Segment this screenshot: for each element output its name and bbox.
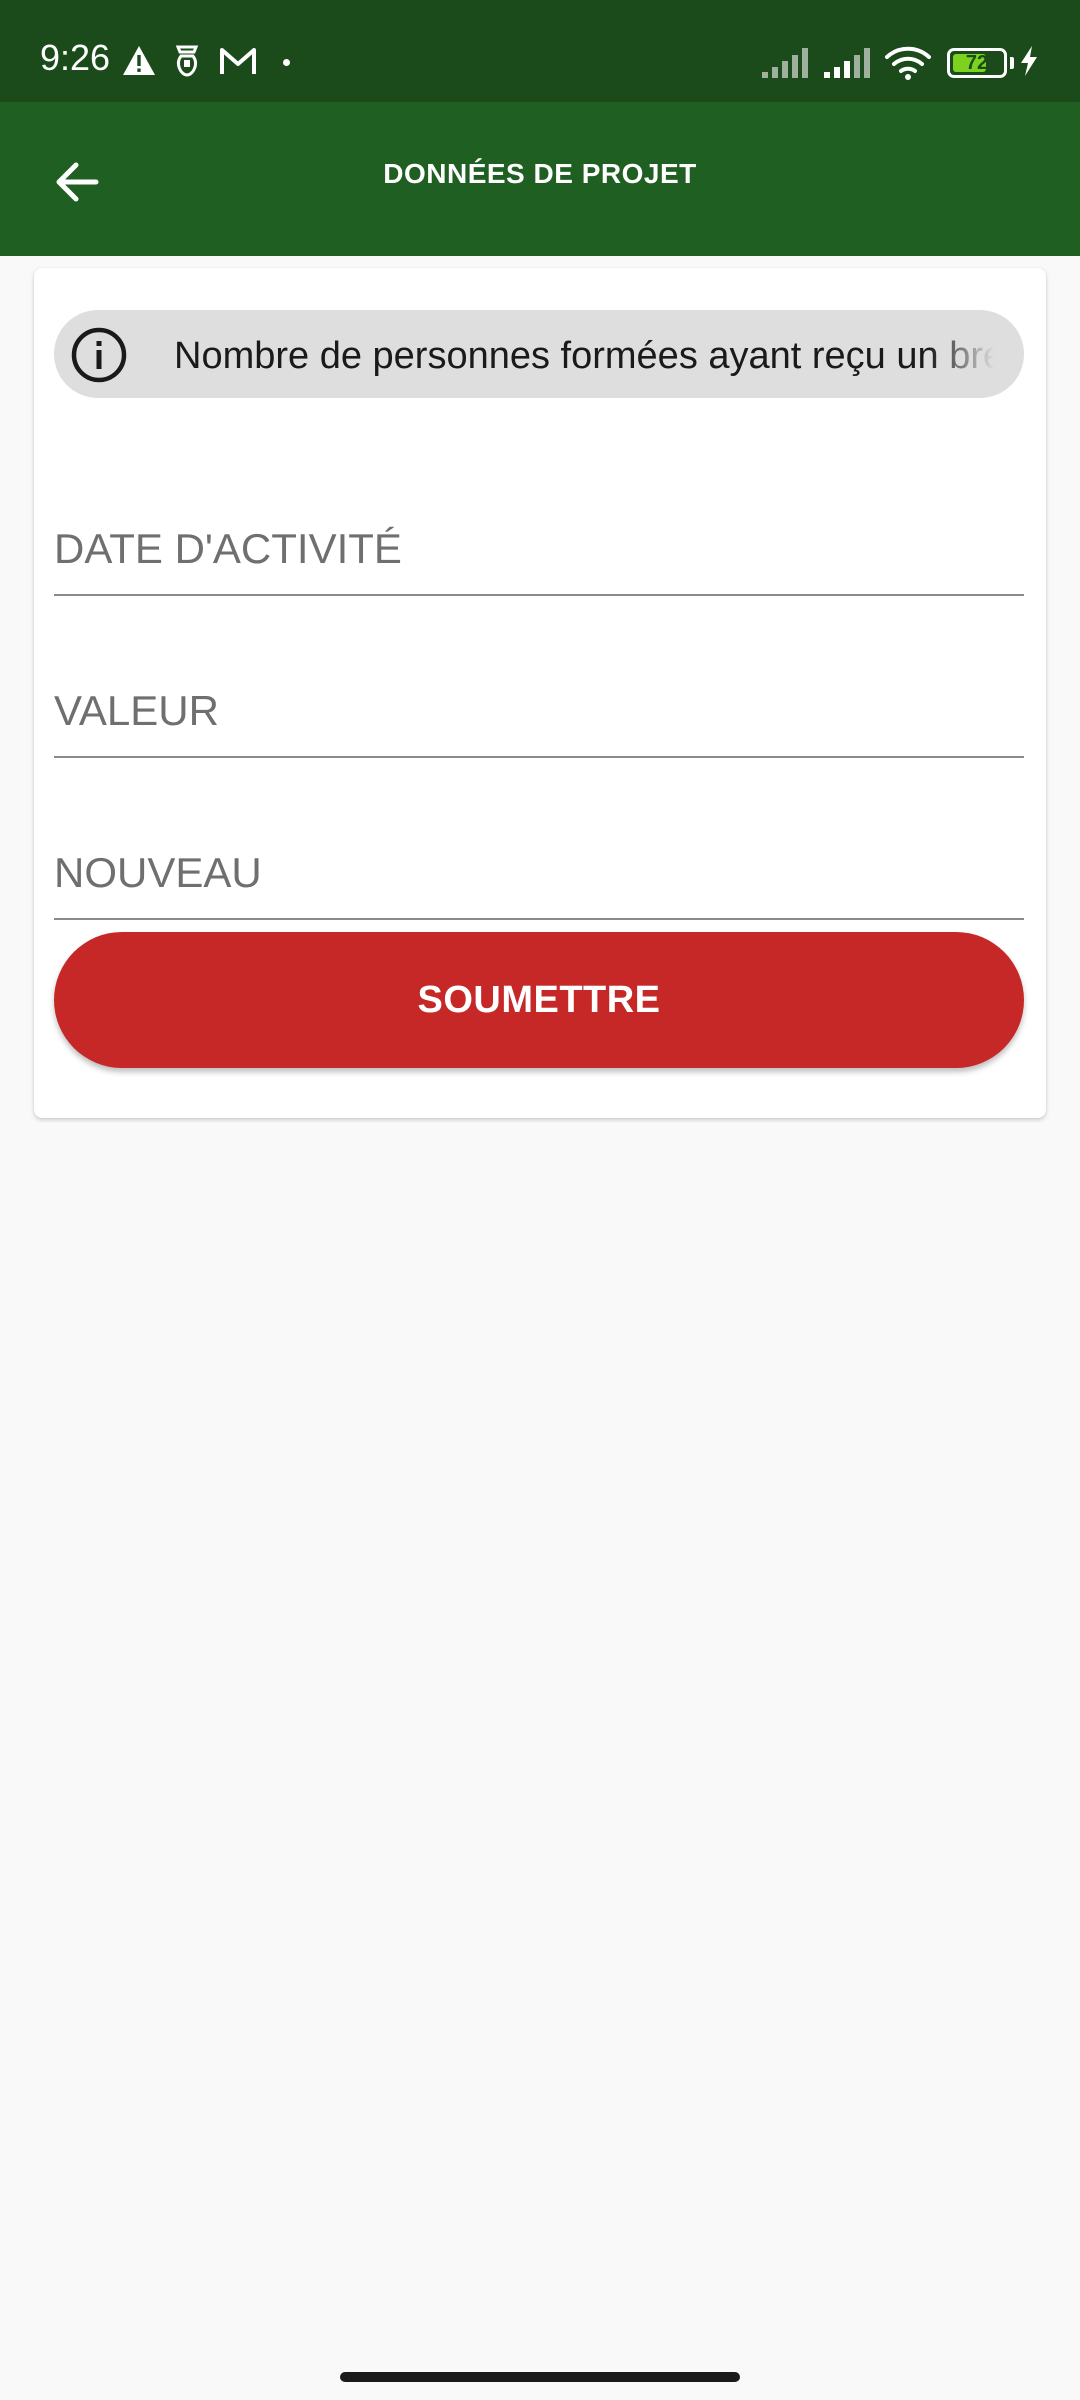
value-label: VALEUR xyxy=(54,687,219,734)
form-card: Nombre de personnes formées ayant reçu u… xyxy=(34,268,1046,1118)
charging-icon xyxy=(1021,46,1037,76)
app-bar: DONNÉES DE PROJET xyxy=(0,102,1080,256)
gmail-icon xyxy=(220,48,256,74)
status-bar: 9:26 72 xyxy=(0,0,1080,102)
indicator-chip[interactable]: Nombre de personnes formées ayant reçu u… xyxy=(54,310,1024,398)
battery-level: 72 xyxy=(965,52,989,74)
activity-date-field[interactable]: DATE D'ACTIVITÉ xyxy=(54,498,1024,596)
battery-icon: 72 xyxy=(947,48,1007,78)
activity-date-label: DATE D'ACTIVITÉ xyxy=(54,525,402,572)
info-icon xyxy=(71,327,127,383)
status-time: 9:26 xyxy=(40,37,111,78)
submit-button[interactable]: SOUMETTRE xyxy=(54,932,1024,1068)
page-title: DONNÉES DE PROJET xyxy=(383,158,697,189)
signal-icon xyxy=(824,48,870,78)
sim-icon xyxy=(175,45,199,77)
battery-cap xyxy=(1010,57,1014,69)
signal-icon xyxy=(762,48,808,78)
navigation-handle[interactable] xyxy=(340,2372,740,2382)
alert-icon xyxy=(123,46,155,75)
wifi-icon xyxy=(885,46,931,80)
new-field[interactable]: NOUVEAU xyxy=(54,822,1024,920)
indicator-text: Nombre de personnes formées ayant reçu u… xyxy=(174,335,994,377)
value-field[interactable]: VALEUR xyxy=(54,660,1024,758)
notification-dot xyxy=(283,59,290,66)
new-label: NOUVEAU xyxy=(54,849,262,896)
